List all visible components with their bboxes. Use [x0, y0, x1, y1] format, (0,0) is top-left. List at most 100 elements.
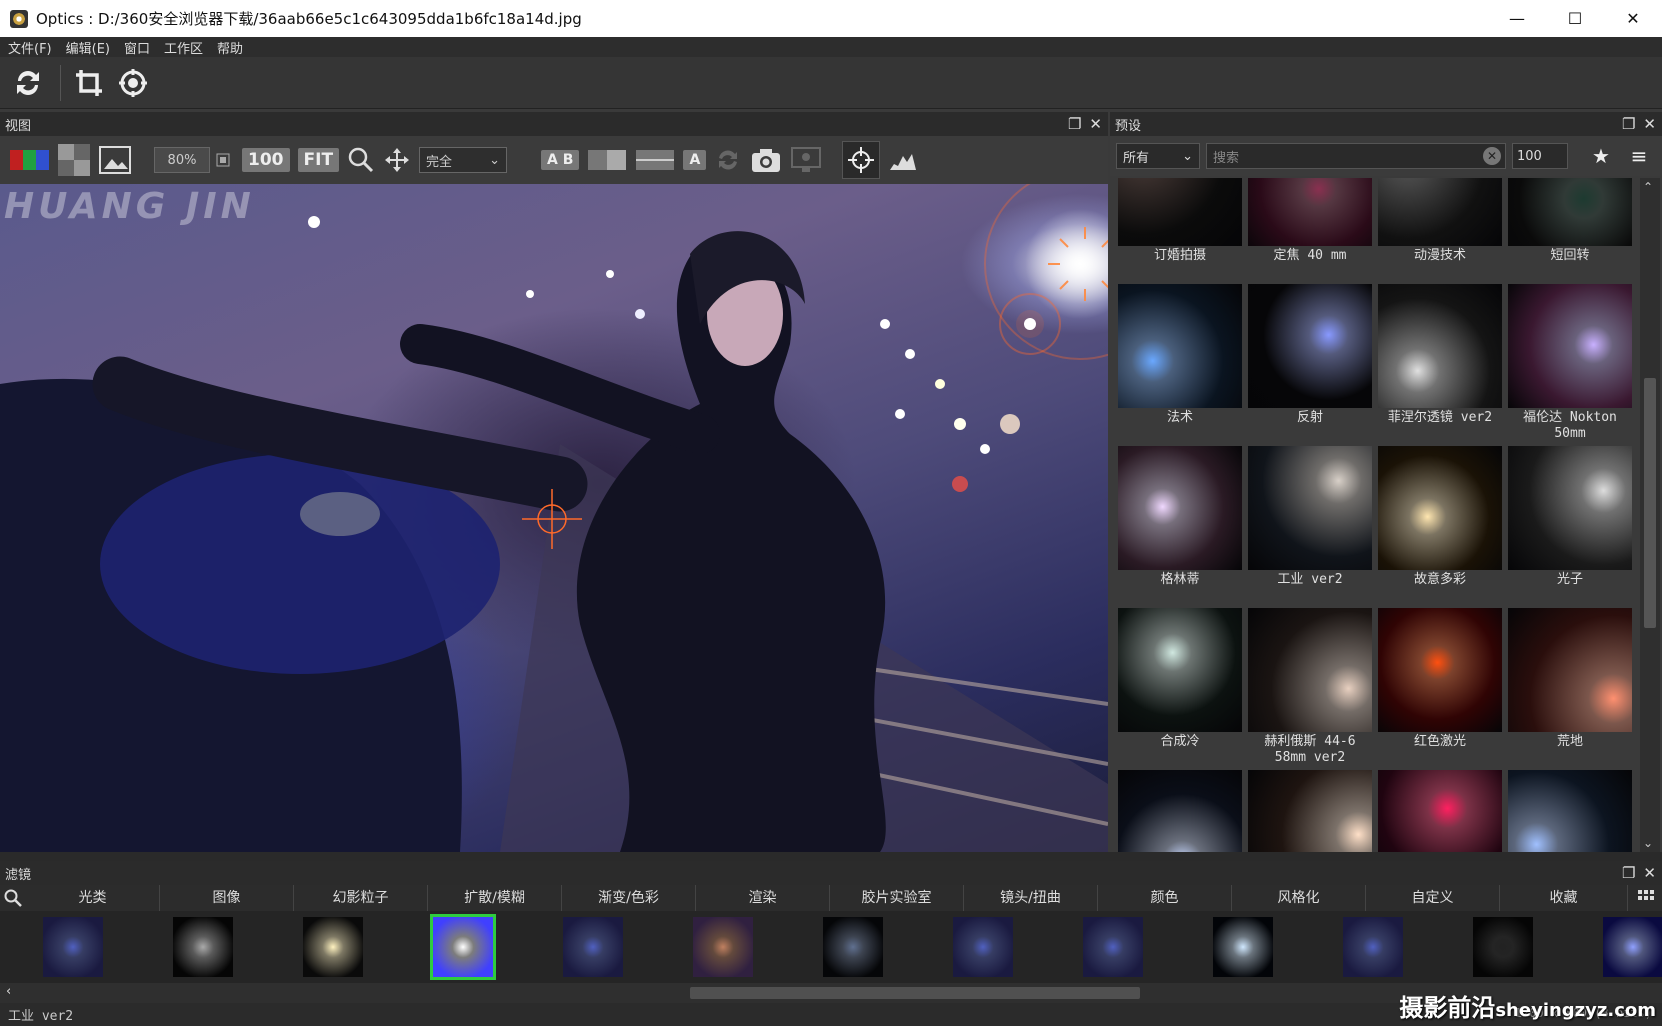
preset-item[interactable]: 工业 ver2 [1248, 446, 1372, 608]
filter-tab[interactable]: 渲染 [696, 885, 830, 911]
scroll-up-icon[interactable]: ⌃ [1643, 180, 1653, 194]
panel-close-icon[interactable]: ✕ [1643, 115, 1656, 133]
filter-tab[interactable]: 渐变/色彩 [562, 885, 696, 911]
panel-close-icon[interactable]: ✕ [1089, 115, 1102, 133]
filter-thumbnail[interactable] [953, 917, 1013, 977]
preset-item[interactable]: 光子 [1508, 446, 1632, 608]
presets-scrollbar[interactable]: ⌃ ⌄ [1640, 178, 1660, 852]
preset-item[interactable] [1378, 770, 1502, 852]
pan-icon[interactable] [383, 145, 411, 175]
preset-item[interactable]: 订婚拍摄 [1118, 178, 1242, 284]
grid-view-icon[interactable] [1634, 889, 1658, 907]
monitor-icon[interactable] [790, 145, 822, 175]
scroll-left-icon[interactable]: ‹ [6, 984, 11, 999]
ab-compare-button[interactable]: A B [541, 145, 580, 175]
filter-tab[interactable]: 图像 [160, 885, 294, 911]
filter-thumbnail[interactable] [823, 917, 883, 977]
menu-icon[interactable]: ≡ [1626, 144, 1652, 168]
rgb-channels-icon[interactable] [10, 145, 50, 175]
preset-item[interactable]: 赫利俄斯 44-6 58mm ver2 [1248, 608, 1372, 770]
filter-tab[interactable]: 扩散/模糊 [428, 885, 562, 911]
menu-file[interactable]: 文件(F) [8, 38, 52, 57]
target-crosshair-icon[interactable] [842, 141, 881, 179]
zoom-100-button[interactable]: 100 [242, 145, 290, 175]
snapshot-camera-icon[interactable] [750, 145, 782, 175]
search-icon[interactable] [0, 889, 26, 907]
maximize-button[interactable]: ☐ [1546, 0, 1604, 37]
preset-thumbnail [1508, 770, 1632, 852]
scroll-down-icon[interactable]: ⌄ [1643, 836, 1653, 850]
preset-item[interactable]: 福伦达 Nokton 50mm [1508, 284, 1632, 446]
preset-item[interactable]: 菲涅尔透镜 ver2 [1378, 284, 1502, 446]
undock-icon[interactable]: ❐ [1622, 864, 1635, 882]
panel-close-icon[interactable]: ✕ [1643, 864, 1656, 882]
filter-thumbnail[interactable] [693, 917, 753, 977]
mask-icon[interactable] [113, 63, 153, 103]
preset-size-field[interactable]: 100 [1512, 143, 1568, 169]
minimize-button[interactable]: — [1488, 0, 1546, 37]
preset-item[interactable]: 格林蒂 [1118, 446, 1242, 608]
filter-thumbnail[interactable] [1473, 917, 1533, 977]
preset-item[interactable]: 动漫技术 [1378, 178, 1502, 284]
filter-tab[interactable]: 收藏 [1500, 885, 1628, 911]
close-button[interactable]: ✕ [1604, 0, 1662, 37]
preset-label: 福伦达 Nokton 50mm [1523, 410, 1617, 441]
undock-icon[interactable]: ❐ [1068, 115, 1081, 133]
image-canvas[interactable]: HUANG JIN [0, 184, 1108, 852]
preset-filter-select[interactable]: 所有 ⌄ [1116, 143, 1200, 169]
preset-item[interactable]: 法术 [1118, 284, 1242, 446]
preset-item[interactable]: 反射 [1248, 284, 1372, 446]
filter-tab[interactable]: 颜色 [1098, 885, 1232, 911]
view-mode-select[interactable]: 完全 ⌄ [419, 147, 508, 173]
preset-item[interactable] [1508, 770, 1632, 852]
preset-item[interactable]: 定焦 40 mm [1248, 178, 1372, 284]
menu-window[interactable]: 窗口 [124, 38, 150, 57]
filter-thumbnail[interactable] [173, 917, 233, 977]
swap-icon[interactable] [714, 145, 742, 175]
filter-tab[interactable]: 光类 [26, 885, 160, 911]
menu-workspace[interactable]: 工作区 [164, 38, 203, 57]
fit-image-icon[interactable] [98, 145, 132, 175]
preset-item[interactable] [1118, 770, 1242, 852]
filter-thumbnail[interactable] [303, 917, 363, 977]
filter-tab[interactable]: 镜头/扭曲 [964, 885, 1098, 911]
filter-thumbnail[interactable] [563, 917, 623, 977]
refresh-icon[interactable] [8, 63, 48, 103]
filter-tab[interactable]: 胶片实验室 [830, 885, 964, 911]
menu-help[interactable]: 帮助 [217, 38, 243, 57]
zoom-reset-icon[interactable] [212, 145, 234, 175]
filter-tab[interactable]: 风格化 [1232, 885, 1366, 911]
filter-thumbnail[interactable] [1603, 917, 1662, 977]
zoom-field[interactable]: 80% [154, 147, 210, 173]
filter-thumbnail[interactable] [1213, 917, 1273, 977]
filter-thumbnail[interactable] [1343, 917, 1403, 977]
presets-toolbar: 所有 ⌄ 搜索 ✕ 100 ★ ≡ [1110, 136, 1662, 176]
panel-splitter[interactable] [0, 852, 1662, 861]
magnifier-icon[interactable] [347, 145, 375, 175]
checkerboard-icon[interactable] [58, 144, 90, 176]
undock-icon[interactable]: ❐ [1622, 115, 1635, 133]
filter-thumbnail[interactable] [43, 917, 103, 977]
preset-search-input[interactable]: 搜索 ✕ [1206, 143, 1506, 169]
filter-tab[interactable]: 幻影粒子 [294, 885, 428, 911]
crop-icon[interactable] [69, 63, 109, 103]
filter-thumbnail[interactable] [1083, 917, 1143, 977]
star-icon[interactable]: ★ [1588, 144, 1614, 168]
preset-item[interactable] [1248, 770, 1372, 852]
preset-item[interactable]: 短回转 [1508, 178, 1632, 284]
preset-item[interactable]: 合成冷 [1118, 608, 1242, 770]
preset-item[interactable]: 故意多彩 [1378, 446, 1502, 608]
filter-tab[interactable]: 自定义 [1366, 885, 1500, 911]
a-text-button[interactable]: A [683, 145, 707, 175]
clear-search-icon[interactable]: ✕ [1483, 147, 1501, 165]
preset-item[interactable]: 荒地 [1508, 608, 1632, 770]
preset-item[interactable]: 红色激光 [1378, 608, 1502, 770]
filter-thumbnail[interactable] [430, 914, 496, 980]
scrollbar-thumb[interactable] [690, 987, 1140, 999]
menu-edit[interactable]: 编辑(E) [66, 38, 110, 57]
split-horizontal-icon[interactable] [635, 145, 675, 175]
scrollbar-thumb[interactable] [1644, 378, 1656, 628]
split-vertical-icon[interactable] [587, 145, 627, 175]
zoom-fit-button[interactable]: FIT [297, 145, 340, 175]
histogram-icon[interactable] [888, 145, 918, 175]
